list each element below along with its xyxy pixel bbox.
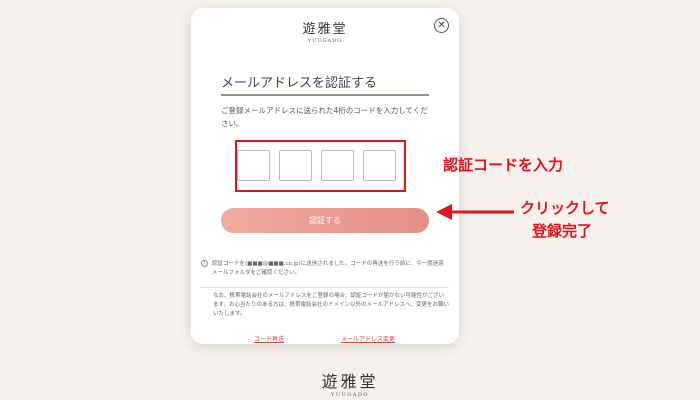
- modal-description: ご登録メールアドレスに送られた4桁のコードを入力してください。: [221, 106, 428, 128]
- annotation-enter-code: 認証コードを入力: [443, 156, 564, 174]
- close-icon[interactable]: ✕: [434, 18, 449, 33]
- modal-logo-roman: YUUGADO: [307, 38, 343, 44]
- footer-logo-kanji: 遊雅堂: [321, 372, 379, 391]
- carrier-note: なお、携帯電話会社のメールアドレスをご登録の場合、認証コードが届かない可能性がご…: [213, 293, 449, 317]
- info-icon: i: [201, 260, 208, 267]
- modal-logo: 遊雅堂 YUUGADO: [191, 18, 459, 44]
- annotation-click: クリックして: [520, 199, 610, 217]
- verify-button[interactable]: 認証する: [221, 208, 429, 233]
- divider: [201, 287, 449, 288]
- code-highlight-frame: [235, 140, 406, 192]
- arrow-left-icon: [436, 204, 514, 220]
- footer-logo: 遊雅堂 YUUGADO: [0, 368, 700, 398]
- modal-logo-kanji: 遊雅堂: [302, 22, 348, 37]
- footer-logo-roman: YUUGADO: [331, 392, 369, 398]
- change-email-link[interactable]: メールアドレス変更: [341, 334, 395, 343]
- modal-title: メールアドレスを認証する: [221, 72, 429, 96]
- resend-code-link[interactable]: コード再送: [254, 334, 284, 343]
- annotation-done: 登録完了: [532, 222, 593, 240]
- info-message: i 認証コードを(■■■@■■■.co.jp)に送信されました。コードの再送を行…: [201, 260, 449, 278]
- info-text: 認証コードを(■■■@■■■.co.jp)に送信されました。コードの再送を行う前…: [212, 261, 444, 276]
